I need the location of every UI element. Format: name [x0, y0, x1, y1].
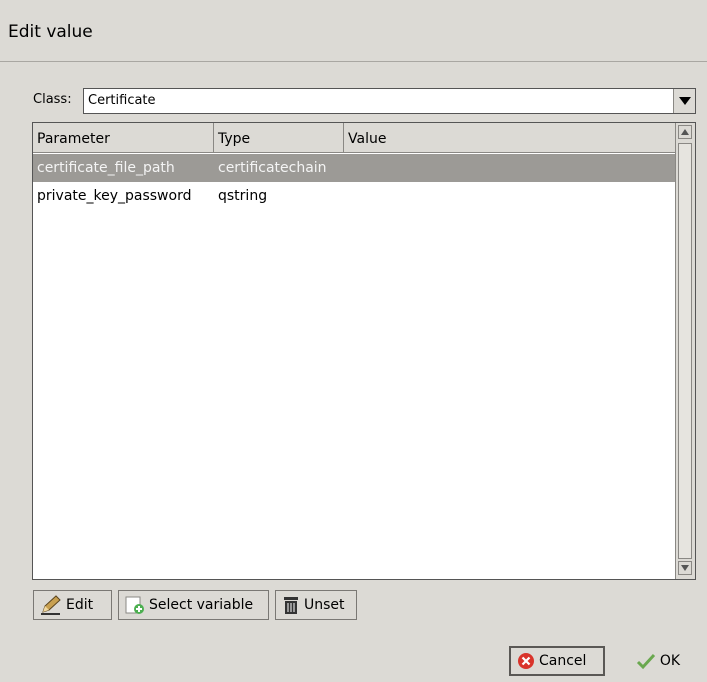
scroll-up-button[interactable] [678, 125, 692, 139]
add-variable-icon [125, 595, 145, 615]
column-header-type[interactable]: Type [214, 123, 344, 153]
cell-type: qstring [218, 188, 268, 204]
class-combobox-value: Certificate [88, 93, 156, 108]
check-icon [636, 652, 656, 670]
cell-parameter: certificate_file_path [37, 160, 175, 176]
unset-button[interactable]: Unset [275, 590, 357, 620]
class-combobox[interactable]: Certificate [83, 88, 696, 114]
vertical-scrollbar[interactable] [675, 123, 695, 579]
table-header: Parameter Type Value [33, 123, 676, 153]
unset-button-label: Unset [304, 597, 345, 613]
chevron-down-icon [679, 97, 691, 105]
edit-button[interactable]: Edit [33, 590, 112, 620]
column-header-value-label: Value [348, 131, 387, 147]
parameters-table: Parameter Type Value certificate_file_pa… [32, 122, 696, 580]
cancel-button[interactable]: Cancel [509, 646, 605, 676]
class-combobox-dropdown-button[interactable] [673, 89, 695, 113]
scroll-down-button[interactable] [678, 561, 692, 575]
column-header-parameter[interactable]: Parameter [33, 123, 214, 153]
trash-icon [282, 595, 300, 615]
scrollbar-thumb[interactable] [678, 143, 692, 559]
table-row[interactable]: certificate_file_path certificatechain [33, 154, 676, 182]
arrow-down-icon [681, 565, 689, 571]
pencil-icon [40, 595, 62, 615]
arrow-up-icon [681, 129, 689, 135]
dialog-title: Edit value [8, 22, 93, 42]
column-header-parameter-label: Parameter [37, 131, 110, 147]
class-label: Class: [33, 92, 72, 107]
cancel-button-label: Cancel [539, 653, 587, 669]
ok-button[interactable]: OK [613, 646, 703, 676]
cell-type: certificatechain [218, 160, 327, 176]
table-row[interactable]: private_key_password qstring [33, 182, 676, 210]
ok-button-label: OK [659, 653, 681, 669]
cell-parameter: private_key_password [37, 188, 192, 204]
edit-button-label: Edit [66, 597, 94, 613]
column-header-type-label: Type [218, 131, 251, 147]
dialog-titlebar: Edit value [0, 0, 707, 62]
cancel-icon [517, 652, 535, 670]
column-header-value[interactable]: Value [344, 123, 676, 153]
select-variable-button[interactable]: Select variable [118, 590, 269, 620]
select-variable-button-label: Select variable [149, 597, 254, 613]
